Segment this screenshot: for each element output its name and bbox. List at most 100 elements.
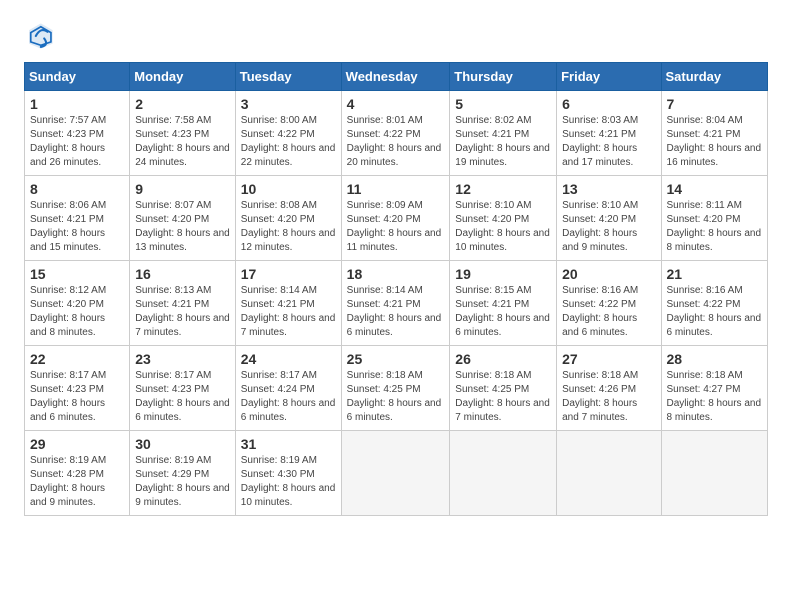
calendar-table: SundayMondayTuesdayWednesdayThursdayFrid… xyxy=(24,62,768,516)
calendar-cell xyxy=(661,431,767,516)
cell-info: Sunrise: 8:16 AMSunset: 4:22 PMDaylight:… xyxy=(667,285,762,338)
calendar-body: 1 Sunrise: 7:57 AMSunset: 4:23 PMDayligh… xyxy=(25,91,768,516)
cell-day-number: 31 xyxy=(241,436,336,452)
cell-day-number: 1 xyxy=(30,96,124,112)
cell-day-number: 5 xyxy=(455,96,551,112)
calendar-cell: 4 Sunrise: 8:01 AMSunset: 4:22 PMDayligh… xyxy=(341,91,450,176)
cell-info: Sunrise: 8:14 AMSunset: 4:21 PMDaylight:… xyxy=(347,285,442,338)
calendar-cell: 28 Sunrise: 8:18 AMSunset: 4:27 PMDaylig… xyxy=(661,346,767,431)
cell-day-number: 27 xyxy=(562,351,655,367)
cell-day-number: 4 xyxy=(347,96,445,112)
calendar-cell: 20 Sunrise: 8:16 AMSunset: 4:22 PMDaylig… xyxy=(557,261,661,346)
calendar-cell: 31 Sunrise: 8:19 AMSunset: 4:30 PMDaylig… xyxy=(235,431,341,516)
calendar-week-4: 22 Sunrise: 8:17 AMSunset: 4:23 PMDaylig… xyxy=(25,346,768,431)
cell-info: Sunrise: 8:12 AMSunset: 4:20 PMDaylight:… xyxy=(30,285,106,338)
cell-day-number: 28 xyxy=(667,351,762,367)
cell-info: Sunrise: 8:03 AMSunset: 4:21 PMDaylight:… xyxy=(562,115,638,168)
cell-info: Sunrise: 8:19 AMSunset: 4:29 PMDaylight:… xyxy=(135,455,230,508)
calendar-cell: 5 Sunrise: 8:02 AMSunset: 4:21 PMDayligh… xyxy=(450,91,557,176)
cell-day-number: 15 xyxy=(30,266,124,282)
calendar-cell: 15 Sunrise: 8:12 AMSunset: 4:20 PMDaylig… xyxy=(25,261,130,346)
calendar-cell: 10 Sunrise: 8:08 AMSunset: 4:20 PMDaylig… xyxy=(235,176,341,261)
calendar-cell: 24 Sunrise: 8:17 AMSunset: 4:24 PMDaylig… xyxy=(235,346,341,431)
cell-info: Sunrise: 8:19 AMSunset: 4:30 PMDaylight:… xyxy=(241,455,336,508)
day-header-friday: Friday xyxy=(557,63,661,91)
cell-info: Sunrise: 8:19 AMSunset: 4:28 PMDaylight:… xyxy=(30,455,106,508)
cell-info: Sunrise: 8:14 AMSunset: 4:21 PMDaylight:… xyxy=(241,285,336,338)
logo xyxy=(24,20,60,52)
cell-info: Sunrise: 8:18 AMSunset: 4:27 PMDaylight:… xyxy=(667,370,762,423)
cell-info: Sunrise: 8:00 AMSunset: 4:22 PMDaylight:… xyxy=(241,115,336,168)
calendar-cell: 8 Sunrise: 8:06 AMSunset: 4:21 PMDayligh… xyxy=(25,176,130,261)
day-header-thursday: Thursday xyxy=(450,63,557,91)
cell-info: Sunrise: 7:57 AMSunset: 4:23 PMDaylight:… xyxy=(30,115,106,168)
calendar-header: SundayMondayTuesdayWednesdayThursdayFrid… xyxy=(25,63,768,91)
calendar-cell xyxy=(557,431,661,516)
cell-info: Sunrise: 8:18 AMSunset: 4:25 PMDaylight:… xyxy=(455,370,550,423)
cell-info: Sunrise: 8:17 AMSunset: 4:23 PMDaylight:… xyxy=(30,370,106,423)
cell-day-number: 24 xyxy=(241,351,336,367)
cell-day-number: 26 xyxy=(455,351,551,367)
day-header-sunday: Sunday xyxy=(25,63,130,91)
calendar-cell: 18 Sunrise: 8:14 AMSunset: 4:21 PMDaylig… xyxy=(341,261,450,346)
cell-info: Sunrise: 8:13 AMSunset: 4:21 PMDaylight:… xyxy=(135,285,230,338)
calendar-cell: 1 Sunrise: 7:57 AMSunset: 4:23 PMDayligh… xyxy=(25,91,130,176)
calendar-cell: 21 Sunrise: 8:16 AMSunset: 4:22 PMDaylig… xyxy=(661,261,767,346)
calendar-cell: 12 Sunrise: 8:10 AMSunset: 4:20 PMDaylig… xyxy=(450,176,557,261)
cell-info: Sunrise: 8:11 AMSunset: 4:20 PMDaylight:… xyxy=(667,200,762,253)
calendar-cell: 29 Sunrise: 8:19 AMSunset: 4:28 PMDaylig… xyxy=(25,431,130,516)
calendar-cell: 7 Sunrise: 8:04 AMSunset: 4:21 PMDayligh… xyxy=(661,91,767,176)
page: SundayMondayTuesdayWednesdayThursdayFrid… xyxy=(0,0,792,536)
cell-info: Sunrise: 8:18 AMSunset: 4:25 PMDaylight:… xyxy=(347,370,442,423)
logo-icon xyxy=(24,20,56,52)
calendar-week-2: 8 Sunrise: 8:06 AMSunset: 4:21 PMDayligh… xyxy=(25,176,768,261)
calendar-cell: 9 Sunrise: 8:07 AMSunset: 4:20 PMDayligh… xyxy=(130,176,236,261)
header xyxy=(24,20,768,52)
day-header-tuesday: Tuesday xyxy=(235,63,341,91)
cell-day-number: 19 xyxy=(455,266,551,282)
cell-day-number: 2 xyxy=(135,96,230,112)
calendar-cell: 6 Sunrise: 8:03 AMSunset: 4:21 PMDayligh… xyxy=(557,91,661,176)
calendar-cell: 27 Sunrise: 8:18 AMSunset: 4:26 PMDaylig… xyxy=(557,346,661,431)
day-header-saturday: Saturday xyxy=(661,63,767,91)
cell-day-number: 18 xyxy=(347,266,445,282)
cell-info: Sunrise: 8:08 AMSunset: 4:20 PMDaylight:… xyxy=(241,200,336,253)
cell-day-number: 9 xyxy=(135,181,230,197)
calendar-week-3: 15 Sunrise: 8:12 AMSunset: 4:20 PMDaylig… xyxy=(25,261,768,346)
cell-info: Sunrise: 8:02 AMSunset: 4:21 PMDaylight:… xyxy=(455,115,550,168)
cell-day-number: 6 xyxy=(562,96,655,112)
cell-info: Sunrise: 8:09 AMSunset: 4:20 PMDaylight:… xyxy=(347,200,442,253)
cell-day-number: 17 xyxy=(241,266,336,282)
cell-day-number: 12 xyxy=(455,181,551,197)
cell-day-number: 10 xyxy=(241,181,336,197)
cell-info: Sunrise: 8:01 AMSunset: 4:22 PMDaylight:… xyxy=(347,115,442,168)
cell-day-number: 20 xyxy=(562,266,655,282)
calendar-cell: 13 Sunrise: 8:10 AMSunset: 4:20 PMDaylig… xyxy=(557,176,661,261)
cell-day-number: 7 xyxy=(667,96,762,112)
cell-day-number: 11 xyxy=(347,181,445,197)
calendar-cell: 2 Sunrise: 7:58 AMSunset: 4:23 PMDayligh… xyxy=(130,91,236,176)
cell-day-number: 21 xyxy=(667,266,762,282)
calendar-header-row: SundayMondayTuesdayWednesdayThursdayFrid… xyxy=(25,63,768,91)
cell-day-number: 23 xyxy=(135,351,230,367)
calendar-week-5: 29 Sunrise: 8:19 AMSunset: 4:28 PMDaylig… xyxy=(25,431,768,516)
cell-day-number: 25 xyxy=(347,351,445,367)
day-header-wednesday: Wednesday xyxy=(341,63,450,91)
cell-info: Sunrise: 8:06 AMSunset: 4:21 PMDaylight:… xyxy=(30,200,106,253)
cell-day-number: 29 xyxy=(30,436,124,452)
calendar-cell: 14 Sunrise: 8:11 AMSunset: 4:20 PMDaylig… xyxy=(661,176,767,261)
cell-day-number: 30 xyxy=(135,436,230,452)
calendar-cell: 17 Sunrise: 8:14 AMSunset: 4:21 PMDaylig… xyxy=(235,261,341,346)
cell-info: Sunrise: 8:10 AMSunset: 4:20 PMDaylight:… xyxy=(562,200,638,253)
day-header-monday: Monday xyxy=(130,63,236,91)
calendar-cell: 26 Sunrise: 8:18 AMSunset: 4:25 PMDaylig… xyxy=(450,346,557,431)
cell-info: Sunrise: 8:18 AMSunset: 4:26 PMDaylight:… xyxy=(562,370,638,423)
calendar-cell: 25 Sunrise: 8:18 AMSunset: 4:25 PMDaylig… xyxy=(341,346,450,431)
calendar-cell xyxy=(341,431,450,516)
cell-info: Sunrise: 8:10 AMSunset: 4:20 PMDaylight:… xyxy=(455,200,550,253)
cell-info: Sunrise: 8:07 AMSunset: 4:20 PMDaylight:… xyxy=(135,200,230,253)
calendar-cell: 30 Sunrise: 8:19 AMSunset: 4:29 PMDaylig… xyxy=(130,431,236,516)
calendar-cell: 3 Sunrise: 8:00 AMSunset: 4:22 PMDayligh… xyxy=(235,91,341,176)
calendar-cell: 22 Sunrise: 8:17 AMSunset: 4:23 PMDaylig… xyxy=(25,346,130,431)
cell-info: Sunrise: 8:04 AMSunset: 4:21 PMDaylight:… xyxy=(667,115,762,168)
